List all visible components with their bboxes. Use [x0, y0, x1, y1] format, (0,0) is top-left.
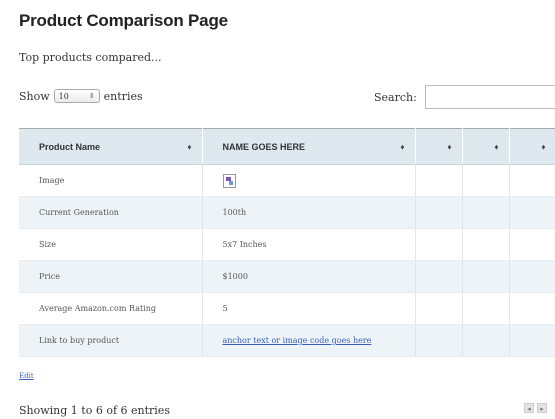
entries-label: entries	[103, 89, 143, 103]
entries-per-page-select[interactable]: 10 ⇕	[53, 89, 100, 103]
empty-cell	[509, 292, 555, 325]
empty-cell	[415, 228, 463, 261]
row-label: Size	[19, 228, 203, 261]
broken-image-icon	[222, 173, 236, 188]
empty-cell	[462, 196, 510, 229]
empty-cell	[509, 260, 555, 293]
empty-cell	[415, 324, 463, 357]
row-value: 5	[202, 292, 416, 325]
empty-cell	[509, 228, 555, 261]
empty-cell	[462, 164, 510, 197]
table-row: Link to buy product anchor text or image…	[19, 324, 555, 357]
pagination: ◂ ▸	[524, 403, 547, 413]
column-header-product-2[interactable]: ♦	[415, 128, 463, 165]
entries-length-control: Show 10 ⇕ entries	[19, 89, 143, 103]
empty-cell	[462, 292, 510, 325]
comparison-table: Product Name ♦ NAME GOES HERE ♦ ♦ ♦ ♦ Im…	[19, 128, 555, 357]
sort-icon: ♦	[447, 142, 452, 151]
empty-cell	[415, 164, 463, 197]
column-header-product-name[interactable]: Product Name ♦	[19, 128, 203, 165]
table-row: Image	[19, 164, 555, 197]
empty-cell	[415, 292, 463, 325]
column-header-product-1[interactable]: NAME GOES HERE ♦	[202, 128, 416, 165]
row-label: Link to buy product	[19, 324, 203, 357]
empty-cell	[415, 260, 463, 293]
page-title: Product Comparison Page	[19, 11, 228, 30]
empty-cell	[509, 324, 555, 357]
table-row: Average Amazon.com Rating 5	[19, 292, 555, 325]
row-label: Image	[19, 164, 203, 197]
sort-icon: ♦	[400, 142, 405, 151]
row-label: Average Amazon.com Rating	[19, 292, 203, 325]
table-row: Current Generation 100th	[19, 196, 555, 229]
select-arrows-icon: ⇕	[88, 92, 95, 100]
row-label: Current Generation	[19, 196, 203, 229]
page-subtitle: Top products compared...	[19, 51, 162, 64]
entries-per-page-value: 10	[58, 91, 69, 101]
empty-cell	[462, 260, 510, 293]
empty-cell	[462, 324, 510, 357]
sort-icon: ♦	[541, 142, 546, 151]
show-label: Show	[19, 89, 50, 103]
next-page-icon[interactable]: ▸	[537, 403, 547, 413]
row-value: 100th	[202, 196, 416, 229]
sort-icon: ♦	[187, 142, 192, 151]
buy-link-cell: anchor text or image code goes here	[202, 324, 416, 357]
row-value: $1000	[202, 260, 416, 293]
empty-cell	[509, 196, 555, 229]
column-header-product-4[interactable]: ♦	[509, 128, 555, 165]
column-header-label: NAME GOES HERE	[222, 141, 306, 152]
table-header-row: Product Name ♦ NAME GOES HERE ♦ ♦ ♦ ♦	[19, 128, 555, 165]
search-label: Search:	[374, 91, 417, 104]
empty-cell	[509, 164, 555, 197]
table-row: Size 5x7 Inches	[19, 228, 555, 261]
row-value: 5x7 Inches	[202, 228, 416, 261]
product-image-cell	[202, 164, 416, 197]
previous-page-icon[interactable]: ◂	[524, 403, 534, 413]
edit-link[interactable]: Edit	[19, 372, 34, 380]
sort-icon: ♦	[494, 142, 499, 151]
empty-cell	[415, 196, 463, 229]
table-info: Showing 1 to 6 of 6 entries	[19, 404, 170, 417]
buy-product-link[interactable]: anchor text or image code goes here	[223, 336, 372, 345]
empty-cell	[462, 228, 510, 261]
column-header-label: Product Name	[39, 141, 101, 152]
column-header-product-3[interactable]: ♦	[462, 128, 510, 165]
search-input[interactable]	[425, 85, 555, 109]
table-row: Price $1000	[19, 260, 555, 293]
row-label: Price	[19, 260, 203, 293]
